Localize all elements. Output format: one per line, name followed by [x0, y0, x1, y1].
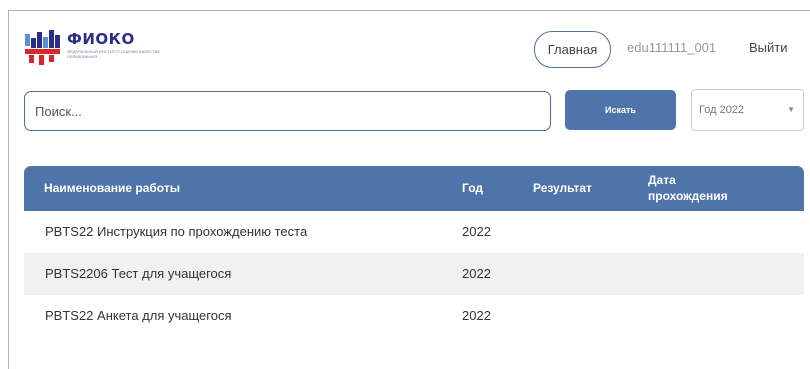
work-year: 2022: [462, 224, 491, 239]
work-name-link[interactable]: PBTS2206 Тест для учащегося: [45, 266, 231, 281]
search-input[interactable]: Поиск...: [24, 91, 551, 131]
logout-link[interactable]: Выйти: [749, 40, 788, 55]
work-name-link[interactable]: PBTS22 Инструкция по прохождению теста: [45, 224, 307, 239]
chevron-down-icon: ▼: [787, 105, 795, 114]
work-year: 2022: [462, 308, 491, 323]
table-row[interactable]: PBTS22 Анкета для учащегося 2022: [24, 295, 804, 337]
home-button[interactable]: Главная: [534, 31, 611, 68]
works-table: Наименование работы Год Результат Дата п…: [24, 166, 804, 337]
column-header-date[interactable]: Дата прохождения: [648, 172, 758, 204]
column-header-year[interactable]: Год: [462, 181, 483, 195]
search-button[interactable]: Искать: [565, 90, 676, 130]
user-name: edu111111_001: [627, 40, 717, 55]
logo[interactable]: ФИОКО ФЕДЕРАЛЬНЫЙ ИНСТИТУТ ОЦЕНКИ КАЧЕСТ…: [25, 30, 167, 66]
year-select[interactable]: Год 2022 ▼: [691, 89, 804, 131]
logo-title: ФИОКО: [67, 30, 135, 48]
work-year: 2022: [462, 266, 491, 281]
logo-icon: [25, 30, 65, 66]
column-header-name[interactable]: Наименование работы: [44, 181, 180, 195]
table-row[interactable]: PBTS22 Инструкция по прохождению теста 2…: [24, 211, 804, 253]
table-header: Наименование работы Год Результат Дата п…: [24, 166, 804, 211]
logo-subtitle: ФЕДЕРАЛЬНЫЙ ИНСТИТУТ ОЦЕНКИ КАЧЕСТВА ОБР…: [67, 49, 160, 59]
table-row[interactable]: PBTS2206 Тест для учащегося 2022: [24, 253, 804, 295]
work-name-link[interactable]: PBTS22 Анкета для учащегося: [45, 308, 232, 323]
year-select-value: Год 2022: [699, 104, 745, 116]
column-header-result[interactable]: Результат: [533, 181, 592, 195]
